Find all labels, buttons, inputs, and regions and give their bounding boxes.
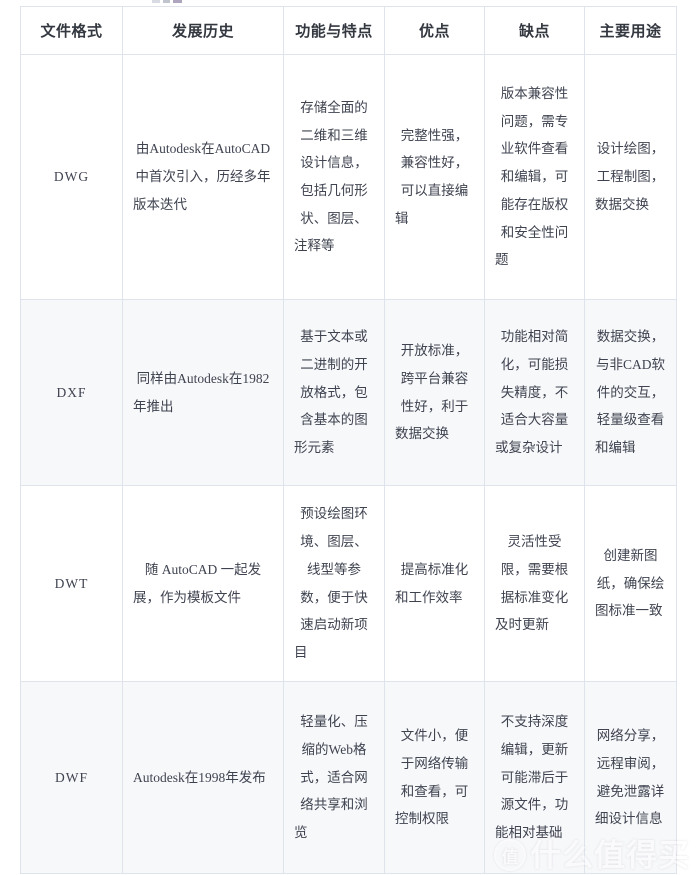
cell-uses: 数据交换，与非CAD软件的交互，轻量级查看和编辑: [584, 299, 677, 486]
column-header-uses: 主要用途: [584, 6, 677, 55]
cell-history: 随 AutoCAD 一起发展，作为模板文件: [122, 485, 284, 682]
cell-cons: 灵活性受限，需要根据标准变化及时更新: [484, 485, 585, 682]
column-header-pros: 优点: [384, 6, 485, 55]
column-header-file-format: 文件格式: [20, 6, 123, 55]
cell-pros: 开放标准，跨平台兼容性好，利于数据交换: [384, 299, 485, 486]
cell-cons: 版本兼容性问题，需专业软件查看和编辑，可能存在版权和安全性问题: [484, 54, 585, 300]
cell-features: 基于文本或二进制的开放格式，包含基本的图形元素: [283, 299, 385, 486]
column-header-features: 功能与特点: [283, 6, 385, 55]
cell-format: DWF: [20, 681, 123, 874]
cell-uses: 设计绘图，工程制图，数据交换: [584, 54, 677, 300]
table-body: DWG 由Autodesk在AutoCAD中首次引入，历经多年版本迭代 存储全面…: [20, 54, 677, 874]
cell-uses: 网络分享，远程审阅，避免泄露详细设计信息: [584, 681, 677, 874]
cell-pros: 提高标准化和工作效率: [384, 485, 485, 682]
cell-cons: 不支持深度编辑，更新可能滞后于源文件，功能相对基础: [484, 681, 585, 874]
artifact-segment-2: [163, 0, 170, 3]
artifact-segment-3: [173, 0, 182, 3]
cell-history: Autodesk在1998年发布: [122, 681, 284, 874]
cell-features: 预设绘图环境、图层、线型等参数，便于快速启动新项目: [283, 485, 385, 682]
cell-cons: 功能相对简化，可能损失精度，不适合大容量或复杂设计: [484, 299, 585, 486]
cad-format-comparison-table: 文件格式 发展历史 功能与特点 优点 缺点 主要用途 DWG 由Autodesk…: [20, 6, 677, 874]
clipped-top-artifact: [152, 0, 182, 3]
table-row: DXF 同样由Autodesk在1982年推出 基于文本或二进制的开放格式，包含…: [20, 299, 677, 486]
cell-uses: 创建新图纸，确保绘图标准一致: [584, 485, 677, 682]
cell-history: 由Autodesk在AutoCAD中首次引入，历经多年版本迭代: [122, 54, 284, 300]
cell-pros: 完整性强，兼容性好，可以直接编辑: [384, 54, 485, 300]
table-row: DWT 随 AutoCAD 一起发展，作为模板文件 预设绘图环境、图层、线型等参…: [20, 485, 677, 682]
page-root: 文件格式 发展历史 功能与特点 优点 缺点 主要用途 DWG 由Autodesk…: [0, 0, 696, 875]
table-header: 文件格式 发展历史 功能与特点 优点 缺点 主要用途: [20, 6, 677, 55]
table-row: DWF Autodesk在1998年发布 轻量化、压缩的Web格式，适合网络共享…: [20, 681, 677, 874]
cell-features: 轻量化、压缩的Web格式，适合网络共享和浏览: [283, 681, 385, 874]
cell-format: DWG: [20, 54, 123, 300]
cell-history: 同样由Autodesk在1982年推出: [122, 299, 284, 486]
column-header-history: 发展历史: [122, 6, 284, 55]
comparison-table-container: 文件格式 发展历史 功能与特点 优点 缺点 主要用途 DWG 由Autodesk…: [20, 6, 677, 874]
cell-pros: 文件小，便于网络传输和查看，可控制权限: [384, 681, 485, 874]
cell-format: DWT: [20, 485, 123, 682]
column-header-cons: 缺点: [484, 6, 585, 55]
artifact-segment-1: [152, 0, 160, 3]
table-header-row: 文件格式 发展历史 功能与特点 优点 缺点 主要用途: [20, 6, 677, 55]
cell-format: DXF: [20, 299, 123, 486]
cell-features: 存储全面的二维和三维设计信息，包括几何形状、图层、注释等: [283, 54, 385, 300]
table-row: DWG 由Autodesk在AutoCAD中首次引入，历经多年版本迭代 存储全面…: [20, 54, 677, 300]
